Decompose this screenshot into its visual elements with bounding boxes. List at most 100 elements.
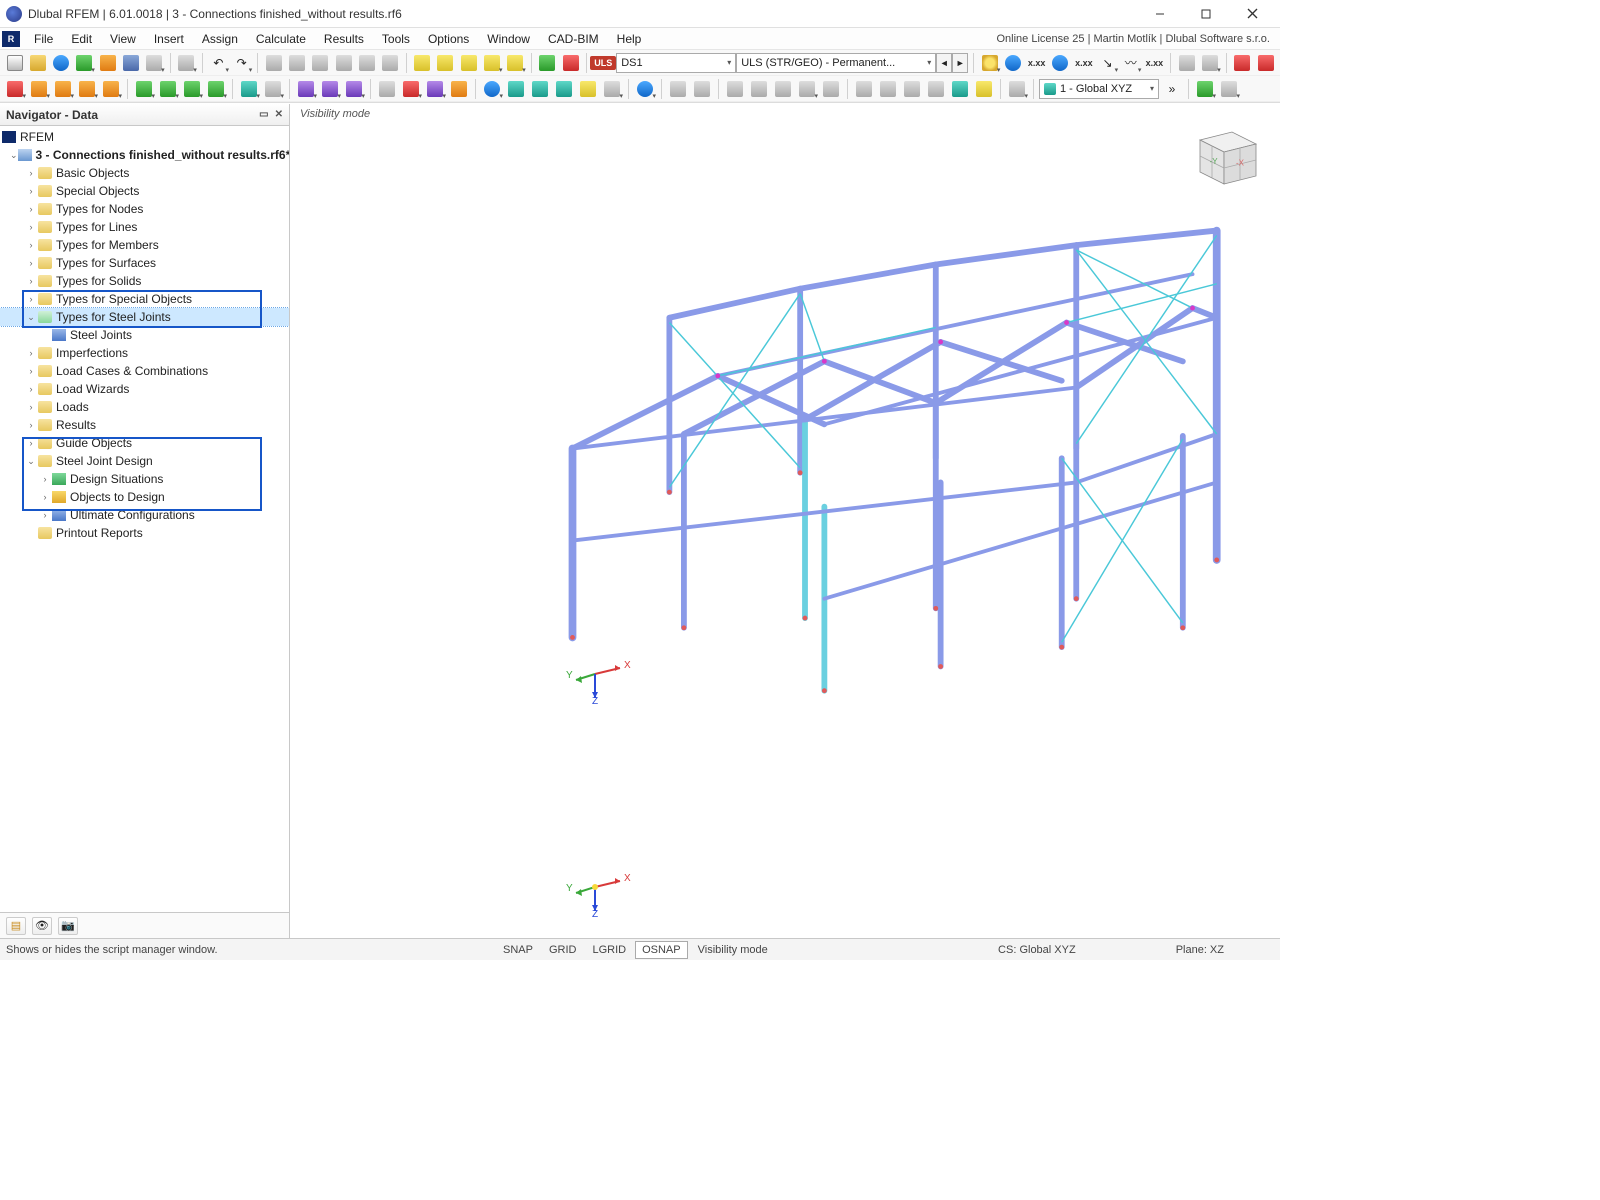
- tree-steel-joints[interactable]: Steel Joints: [0, 326, 289, 344]
- close-button[interactable]: [1238, 4, 1266, 24]
- expand-icon[interactable]: ›: [24, 240, 38, 250]
- load-combo[interactable]: ULS (STR/GEO) - Permanent...▾: [736, 53, 936, 73]
- bar-3-button[interactable]: [901, 78, 923, 100]
- dim-globe-button[interactable]: [1050, 52, 1071, 74]
- tree-steel-joint-design[interactable]: ⌄ Steel Joint Design: [0, 452, 289, 470]
- menu-assign[interactable]: Assign: [194, 30, 246, 48]
- bar-6-button[interactable]: [973, 78, 995, 100]
- load-1-button[interactable]: [295, 78, 317, 100]
- minimize-button[interactable]: [1146, 4, 1174, 24]
- expand-icon[interactable]: ›: [24, 186, 38, 196]
- snap-grid[interactable]: GRID: [542, 941, 584, 959]
- expand-icon[interactable]: ›: [24, 420, 38, 430]
- table-2-button[interactable]: [286, 52, 307, 74]
- logo-icon[interactable]: R: [2, 31, 20, 47]
- menu-results[interactable]: Results: [316, 30, 372, 48]
- select-5-button[interactable]: [505, 52, 526, 74]
- proj-3-button[interactable]: [772, 78, 794, 100]
- menu-file[interactable]: File: [26, 30, 61, 48]
- prev-case-button[interactable]: ◄: [936, 53, 952, 73]
- snap-osnap[interactable]: OSNAP: [635, 941, 688, 959]
- wave-dim-button[interactable]: 〰: [1120, 52, 1141, 74]
- table-4-button[interactable]: [333, 52, 354, 74]
- box-3-button[interactable]: [424, 78, 446, 100]
- toolset-a4[interactable]: [553, 78, 575, 100]
- menu-help[interactable]: Help: [609, 30, 650, 48]
- expand-icon[interactable]: ›: [24, 366, 38, 376]
- arrow-dim-button[interactable]: ↘: [1097, 52, 1118, 74]
- mesh-2-button[interactable]: [691, 78, 713, 100]
- diagram-button[interactable]: [1200, 52, 1221, 74]
- solid-button[interactable]: [100, 78, 122, 100]
- maximize-button[interactable]: [1192, 4, 1220, 24]
- expand-icon[interactable]: ›: [38, 474, 52, 484]
- model-3d-view[interactable]: [340, 124, 1270, 822]
- open-button[interactable]: [27, 52, 48, 74]
- tree-root[interactable]: RFEM: [0, 128, 289, 146]
- toolset-a3[interactable]: [529, 78, 551, 100]
- menu-view[interactable]: View: [102, 30, 144, 48]
- tree-item[interactable]: ›Imperfections: [0, 344, 289, 362]
- snap-snap[interactable]: SNAP: [496, 941, 540, 959]
- tree-item[interactable]: ›Types for Surfaces: [0, 254, 289, 272]
- line-button[interactable]: [28, 78, 50, 100]
- table-6-button[interactable]: [379, 52, 400, 74]
- surface-button[interactable]: [76, 78, 98, 100]
- hinge-2-button[interactable]: [262, 78, 284, 100]
- cursor-mode-button[interactable]: [1006, 78, 1028, 100]
- support-2-button[interactable]: [157, 78, 179, 100]
- box-1-button[interactable]: [376, 78, 398, 100]
- toolset-a5[interactable]: [577, 78, 599, 100]
- coord-1-button[interactable]: [1002, 52, 1023, 74]
- tree-printout[interactable]: Printout Reports: [0, 524, 289, 542]
- redo-button[interactable]: ↷: [231, 52, 252, 74]
- expand-icon[interactable]: ⌄: [10, 150, 18, 161]
- tree-item[interactable]: ›Load Wizards: [0, 380, 289, 398]
- expand-icon[interactable]: ›: [24, 204, 38, 214]
- bar-5-button[interactable]: [949, 78, 971, 100]
- design-1-button[interactable]: [537, 52, 558, 74]
- navigator-close-icon[interactable]: ✕: [275, 109, 283, 120]
- expand-icon[interactable]: ›: [38, 492, 52, 502]
- proj-1-button[interactable]: [724, 78, 746, 100]
- menu-insert[interactable]: Insert: [146, 30, 192, 48]
- toolset-a6[interactable]: [601, 78, 623, 100]
- bar-1-button[interactable]: [853, 78, 875, 100]
- tree-item[interactable]: ›Guide Objects: [0, 434, 289, 452]
- tree-model[interactable]: ⌄ 3 - Connections finished_without resul…: [0, 146, 289, 164]
- tree-item[interactable]: ›Special Objects: [0, 182, 289, 200]
- table-3-button[interactable]: [310, 52, 331, 74]
- snap-lgrid[interactable]: LGRID: [585, 941, 633, 959]
- navigator-pin-icon[interactable]: ▭: [259, 109, 268, 120]
- table-1-button[interactable]: [263, 52, 284, 74]
- tree-item[interactable]: ›Results: [0, 416, 289, 434]
- tree-item[interactable]: ›Load Cases & Combinations: [0, 362, 289, 380]
- toolset-a1[interactable]: [481, 78, 503, 100]
- uls-badge-button[interactable]: ULS: [592, 52, 614, 74]
- proj-2-button[interactable]: [748, 78, 770, 100]
- plane2-button[interactable]: [1218, 78, 1240, 100]
- reload-button[interactable]: [50, 52, 71, 74]
- bar-4-button[interactable]: [925, 78, 947, 100]
- mesh-1-button[interactable]: [667, 78, 689, 100]
- toolset-a2[interactable]: [505, 78, 527, 100]
- menu-cadbim[interactable]: CAD-BIM: [540, 30, 607, 48]
- expand-icon[interactable]: ›: [24, 438, 38, 448]
- tree-item[interactable]: ›Types for Special Objects: [0, 290, 289, 308]
- tree-item[interactable]: ›Types for Solids: [0, 272, 289, 290]
- nav-tab-views-icon[interactable]: 📷: [58, 917, 78, 935]
- nav-tab-data-icon[interactable]: ▤: [6, 917, 26, 935]
- undo-button[interactable]: ↶: [208, 52, 229, 74]
- star-button[interactable]: [979, 52, 1000, 74]
- save-button[interactable]: [120, 52, 141, 74]
- menu-options[interactable]: Options: [420, 30, 477, 48]
- menu-edit[interactable]: Edit: [63, 30, 100, 48]
- expand-icon[interactable]: ›: [38, 510, 52, 520]
- dim-xxx1-icon[interactable]: x.xx: [1026, 52, 1048, 74]
- cube-button[interactable]: [448, 78, 470, 100]
- hinge-1-button[interactable]: [238, 78, 260, 100]
- expand-icon[interactable]: ›: [24, 222, 38, 232]
- tree-objects-to-design[interactable]: › Objects to Design: [0, 488, 289, 506]
- design-situation-combo[interactable]: DS1▾: [616, 53, 736, 73]
- cs-combo[interactable]: 1 - Global XYZ▾: [1039, 79, 1159, 99]
